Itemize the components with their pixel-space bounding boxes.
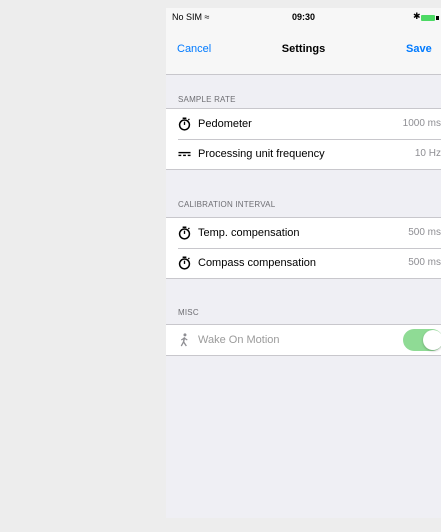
stopwatch-icon [178, 256, 191, 270]
clock-label: 09:30 [291, 12, 316, 22]
sample-rate-group: Pedometer 1000 ms Processing unit freque… [166, 108, 441, 170]
temp-compensation-row[interactable]: Temp. compensation 500 ms [166, 218, 441, 248]
stopwatch-icon [178, 226, 191, 240]
compass-compensation-value: 500 ms [408, 257, 441, 268]
settings-screen: No SIM ≈ 09:30 ✱ Cancel Settings Save SA… [166, 8, 441, 518]
battery-icon [421, 15, 435, 21]
frequency-icon [178, 151, 191, 157]
status-bar: No SIM ≈ 09:30 ✱ [166, 8, 441, 30]
page-title: Settings [281, 43, 326, 55]
compass-compensation-row[interactable]: Compass compensation 500 ms [166, 248, 441, 278]
battery-tip [436, 16, 439, 20]
save-button[interactable]: Save [406, 43, 432, 55]
wake-on-motion-toggle[interactable] [403, 329, 441, 351]
temp-compensation-label: Temp. compensation [198, 227, 300, 239]
stopwatch-icon [178, 117, 191, 131]
navigation-bar: Cancel Settings Save [166, 30, 441, 75]
pedometer-value: 1000 ms [402, 118, 441, 129]
walking-icon [180, 333, 188, 347]
compass-compensation-label: Compass compensation [198, 257, 317, 269]
toggle-knob [423, 330, 441, 350]
processing-unit-frequency-row[interactable]: Processing unit frequency 10 Hz [166, 139, 441, 169]
section-header-misc: MISC [178, 308, 199, 317]
wake-on-motion-label: Wake On Motion [198, 334, 280, 346]
processing-unit-frequency-label: Processing unit frequency [198, 148, 325, 160]
bluetooth-icon: ✱ [413, 11, 421, 21]
section-header-calibration-interval: CALIBRATION INTERVAL [178, 200, 276, 209]
pedometer-label: Pedometer [198, 118, 252, 130]
wake-on-motion-row: Wake On Motion [166, 325, 441, 355]
misc-group: Wake On Motion [166, 324, 441, 356]
empty-background [166, 374, 441, 518]
temp-compensation-value: 500 ms [408, 227, 441, 238]
pedometer-row[interactable]: Pedometer 1000 ms [166, 109, 441, 139]
section-header-sample-rate: SAMPLE RATE [178, 95, 236, 104]
calibration-interval-group: Temp. compensation 500 ms Compass compen… [166, 217, 441, 279]
processing-unit-frequency-value: 10 Hz [414, 148, 441, 159]
